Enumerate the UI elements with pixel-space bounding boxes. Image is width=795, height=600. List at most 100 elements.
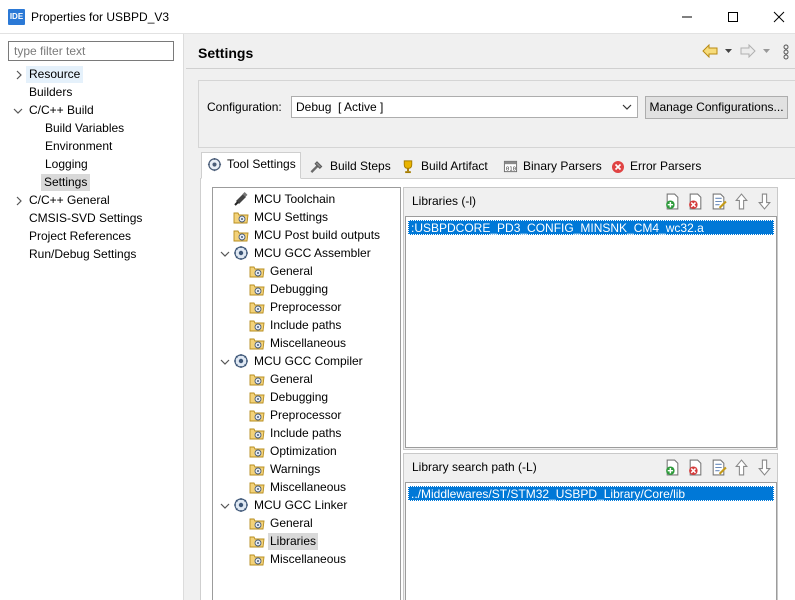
nav-item-environment[interactable]: Environment — [42, 138, 115, 155]
folder-settings-icon — [233, 212, 249, 224]
tree-item-mcu-gcc-assembler[interactable]: MCU GCC Assembler — [252, 245, 373, 262]
move-down-icon[interactable] — [756, 193, 773, 210]
nav-item-project-references[interactable]: Project References — [26, 228, 134, 245]
edit-icon[interactable] — [710, 459, 727, 476]
back-arrow-icon[interactable] — [702, 44, 718, 58]
tab-tool-settings[interactable]: Tool Settings — [201, 152, 301, 179]
tab-label: Binary Parsers — [523, 159, 602, 173]
tree-item-preprocessor[interactable]: Preprocessor — [268, 299, 343, 316]
move-up-icon[interactable] — [733, 459, 750, 476]
tree-item-mcu-toolchain[interactable]: MCU Toolchain — [252, 191, 337, 208]
edit-icon[interactable] — [710, 193, 727, 210]
tree-item-libraries[interactable]: Libraries — [268, 533, 319, 550]
delete-icon[interactable] — [687, 459, 704, 476]
close-button[interactable] — [756, 0, 795, 34]
tree-item-debugging[interactable]: Debugging — [268, 281, 330, 298]
folder-settings-icon-wrapper — [249, 443, 265, 459]
library-search-path-title: Library search path (-L) — [412, 460, 537, 474]
tool-gear-icon — [234, 246, 248, 260]
folder-settings-icon — [249, 392, 265, 404]
maximize-icon — [728, 12, 738, 22]
tree-item-miscellaneous[interactable]: Miscellaneous — [268, 479, 348, 496]
folder-settings-icon — [233, 230, 249, 242]
chevron-down-icon[interactable] — [220, 249, 230, 259]
libraries-title: Libraries (-l) — [412, 194, 477, 208]
view-menu-icon[interactable] — [782, 44, 790, 60]
nav-item-cpp-build[interactable]: C/C++ Build — [26, 102, 97, 119]
delete-icon[interactable] — [687, 193, 704, 210]
configuration-label: Configuration: — [207, 100, 282, 114]
tab-build-artifact[interactable]: Build Artifact — [394, 154, 494, 178]
folder-settings-icon-wrapper — [249, 407, 265, 423]
tree-item-miscellaneous[interactable]: Miscellaneous — [268, 335, 348, 352]
folder-settings-icon — [249, 410, 265, 422]
minimize-button[interactable] — [664, 0, 710, 34]
tab-binary-parsers[interactable]: 010 Binary Parsers — [497, 154, 603, 178]
tree-item-miscellaneous[interactable]: Miscellaneous — [268, 551, 348, 568]
nav-item-builders[interactable]: Builders — [26, 84, 75, 101]
folder-settings-icon — [249, 320, 265, 332]
tree-item-mcu-settings[interactable]: MCU Settings — [252, 209, 330, 226]
tree-item-preprocessor[interactable]: Preprocessor — [268, 407, 343, 424]
nav-item-settings[interactable]: Settings — [41, 174, 91, 191]
toolchain-icon — [234, 192, 248, 206]
chevron-down-icon[interactable] — [220, 357, 230, 367]
trophy-icon — [403, 160, 413, 174]
tree-item-include-paths[interactable]: Include paths — [268, 317, 343, 334]
nav-item-build-variables[interactable]: Build Variables — [42, 120, 127, 137]
move-down-icon[interactable] — [756, 459, 773, 476]
add-icon[interactable] — [664, 459, 681, 476]
chevron-right-icon[interactable] — [14, 196, 24, 206]
tree-item-include-paths[interactable]: Include paths — [268, 425, 343, 442]
move-up-icon[interactable] — [733, 193, 750, 210]
library-path-item[interactable]: ../Middlewares/ST/STM32_USBPD_Library/Co… — [408, 486, 774, 501]
library-search-path-list[interactable]: ../Middlewares/ST/STM32_USBPD_Library/Co… — [405, 482, 777, 600]
tree-item-debugging[interactable]: Debugging — [268, 389, 330, 406]
libraries-list[interactable]: :USBPDCORE_PD3_CONFIG_MINSNK_CM4_wc32.a — [405, 216, 777, 448]
tree-item-general[interactable]: General — [268, 371, 315, 388]
maximize-button[interactable] — [710, 0, 756, 34]
folder-settings-icon-wrapper — [233, 227, 249, 243]
forward-menu-chevron-icon[interactable] — [762, 47, 771, 55]
nav-item-logging[interactable]: Logging — [42, 156, 91, 173]
back-menu-chevron-icon[interactable] — [724, 47, 733, 55]
folder-settings-icon — [249, 536, 265, 548]
chevron-down-icon[interactable] — [13, 106, 23, 116]
folder-settings-icon — [249, 482, 265, 494]
tree-item-mcu-gcc-linker[interactable]: MCU GCC Linker — [252, 497, 349, 514]
tab-build-steps[interactable]: Build Steps — [303, 154, 393, 178]
tree-item-mcu-post-build-outputs[interactable]: MCU Post build outputs — [252, 227, 382, 244]
tab-label: Build Steps — [330, 159, 391, 173]
folder-settings-icon — [249, 374, 265, 386]
nav-item-cmsis-svd-settings[interactable]: CMSIS-SVD Settings — [26, 210, 145, 227]
tree-item-general[interactable]: General — [268, 515, 315, 532]
folder-settings-icon-wrapper — [249, 281, 265, 297]
folder-settings-icon-wrapper — [249, 335, 265, 351]
folder-settings-icon-wrapper — [249, 515, 265, 531]
tree-item-mcu-gcc-compiler[interactable]: MCU GCC Compiler — [252, 353, 365, 370]
close-icon — [773, 11, 785, 23]
folder-settings-icon-wrapper — [249, 551, 265, 567]
nav-item-cpp-general[interactable]: C/C++ General — [26, 192, 113, 209]
tab-label: Build Artifact — [421, 159, 488, 173]
add-icon[interactable] — [664, 193, 681, 210]
chevron-right-icon[interactable] — [14, 70, 24, 80]
tab-label: Tool Settings — [227, 157, 296, 171]
page-title: Settings — [198, 45, 254, 61]
folder-settings-icon — [249, 464, 265, 476]
tree-item-optimization[interactable]: Optimization — [268, 443, 339, 460]
folder-settings-icon-wrapper — [249, 263, 265, 279]
tree-item-warnings[interactable]: Warnings — [268, 461, 322, 478]
chevron-down-icon[interactable] — [220, 501, 230, 511]
configuration-select[interactable]: Debug [ Active ] — [291, 96, 638, 118]
library-item[interactable]: :USBPDCORE_PD3_CONFIG_MINSNK_CM4_wc32.a — [408, 220, 774, 235]
nav-item-run-debug-settings[interactable]: Run/Debug Settings — [26, 246, 139, 263]
manage-configurations-button[interactable]: Manage Configurations... — [645, 96, 788, 119]
filter-input[interactable] — [8, 41, 174, 61]
tool-gear-icon — [234, 498, 248, 512]
binary-parsers-icon: 010 — [503, 161, 518, 173]
tab-error-parsers[interactable]: Error Parsers — [605, 154, 701, 178]
tree-item-general[interactable]: General — [268, 263, 315, 280]
forward-arrow-icon[interactable] — [740, 44, 756, 58]
nav-item-resource[interactable]: Resource — [26, 66, 84, 83]
